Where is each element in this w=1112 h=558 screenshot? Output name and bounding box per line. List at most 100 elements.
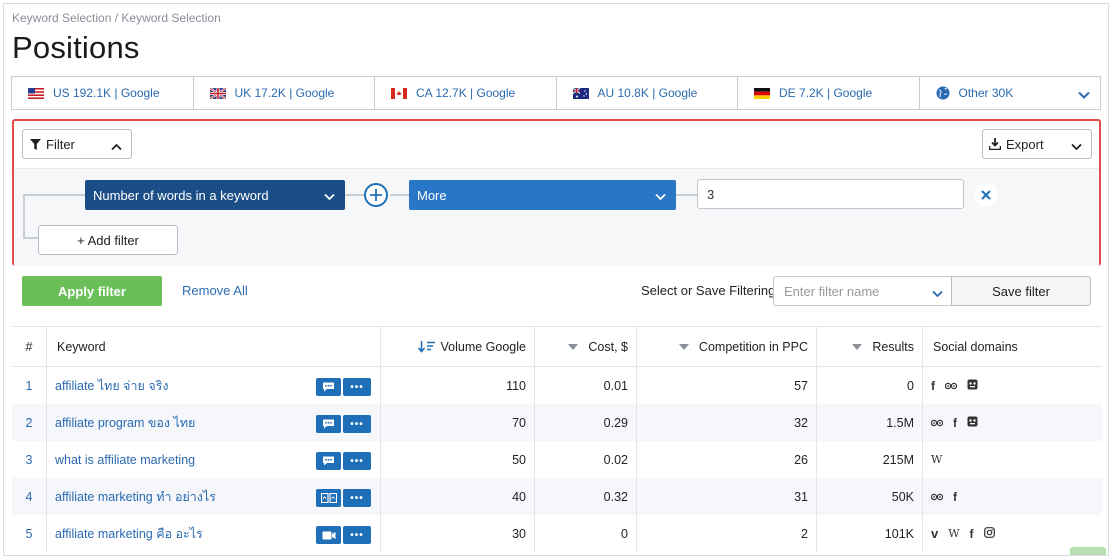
keyword-link[interactable]: affiliate marketing ทำ อย่างไร — [55, 487, 216, 507]
filter-field-select[interactable]: Number of words in a keyword — [85, 180, 345, 210]
chevron-down-icon[interactable] — [1078, 88, 1090, 102]
keywords-table: # Keyword Volume Google Cost, $ Competit… — [12, 326, 1102, 552]
vimeo-icon[interactable]: v — [931, 526, 938, 541]
add-filter-button[interactable]: + Add filter — [38, 225, 178, 255]
tree-connector — [390, 194, 409, 196]
filter-operator-select[interactable]: More — [409, 180, 676, 210]
db-tab-label: CA 12.7K | Google — [416, 86, 516, 100]
au-flag-icon — [572, 87, 589, 99]
row-number: 4 — [12, 478, 47, 515]
feedback-tab[interactable] — [1070, 547, 1106, 555]
tree-connector — [676, 194, 697, 196]
sort-caret-icon — [678, 343, 689, 350]
column-header-cost-label: Cost, $ — [588, 339, 628, 354]
cost-cell: 0.01 — [535, 367, 637, 404]
table-row: 2 affiliate program ของ ไทย ••• 70 0.29 … — [12, 404, 1102, 441]
competition-cell: 26 — [637, 441, 817, 478]
database-tabs: US 192.1K | Google UK 17.2K | Google CA … — [11, 76, 1101, 110]
db-tab-label: UK 17.2K | Google — [234, 86, 335, 100]
volume-cell: 30 — [381, 515, 535, 552]
table-body: 1 affiliate ไทย จ่าย จริง ••• 110 0.01 5… — [12, 367, 1102, 552]
us-flag-icon — [28, 87, 44, 99]
sort-caret-icon — [852, 343, 863, 350]
facebook-icon[interactable]: f — [953, 490, 957, 504]
results-cell: 215M — [817, 441, 923, 478]
db-tab-de[interactable]: DE 7.2K | Google — [738, 77, 920, 109]
keyword-cell: affiliate program ของ ไทย ••• — [47, 404, 381, 441]
column-header-results[interactable]: Results — [817, 327, 923, 366]
breadcrumb[interactable]: Keyword Selection / Keyword Selection — [12, 11, 221, 25]
filter-value-input[interactable] — [697, 179, 964, 209]
more-options-icon[interactable]: ••• — [343, 489, 371, 507]
filter-name-select[interactable]: Enter filter name — [773, 276, 952, 306]
export-label: Export — [1006, 136, 1044, 152]
keyword-actions: ••• — [316, 415, 371, 433]
competition-cell: 57 — [637, 367, 817, 404]
db-tab-label: Other 30K — [958, 86, 1014, 100]
facebook-icon[interactable]: f — [931, 379, 935, 393]
tripadvisor-icon[interactable] — [930, 490, 944, 504]
cost-cell: 0.02 — [535, 441, 637, 478]
add-condition-button[interactable] — [364, 183, 388, 207]
save-filter-button[interactable]: Save filter — [951, 276, 1091, 306]
tripadvisor-icon[interactable] — [930, 416, 944, 430]
keyword-link[interactable]: affiliate marketing คือ อะไร — [55, 524, 203, 544]
yelp-icon[interactable] — [967, 379, 978, 393]
chevron-down-icon — [1071, 139, 1082, 154]
filter-toggle-button[interactable]: Filter — [22, 129, 132, 159]
more-options-icon[interactable]: ••• — [343, 452, 371, 470]
apply-filter-button[interactable]: Apply filter — [22, 276, 162, 306]
db-tab-label: DE 7.2K | Google — [779, 86, 873, 100]
chevron-down-icon — [655, 189, 666, 204]
column-header-num: # — [12, 327, 47, 366]
social-cell: f — [923, 367, 1102, 404]
volume-cell: 40 — [381, 478, 535, 515]
tree-connector — [345, 194, 364, 196]
remove-all-link[interactable]: Remove All — [182, 283, 248, 298]
keyword-actions: ••• — [316, 378, 371, 396]
tree-connector — [23, 195, 25, 238]
db-tab-au[interactable]: AU 10.8K | Google — [556, 77, 738, 109]
chat-icon[interactable] — [316, 415, 341, 433]
db-tab-us[interactable]: US 192.1K | Google — [12, 77, 194, 109]
keyword-link[interactable]: affiliate ไทย จ่าย จริง — [55, 376, 168, 396]
db-tab-uk[interactable]: UK 17.2K | Google — [193, 77, 375, 109]
column-header-keyword[interactable]: Keyword — [47, 327, 381, 366]
keyword-link[interactable]: affiliate program ของ ไทย — [55, 413, 195, 433]
page-title: Positions — [12, 30, 140, 65]
export-button[interactable]: Export — [982, 129, 1092, 159]
de-flag-icon — [754, 87, 770, 99]
facebook-icon[interactable]: f — [970, 527, 974, 541]
remove-condition-button[interactable] — [974, 183, 998, 207]
filter-name-placeholder: Enter filter name — [784, 283, 880, 299]
table-row: 3 what is affiliate marketing ••• 50 0.0… — [12, 441, 1102, 478]
ca-flag-icon — [391, 87, 407, 99]
column-header-competition[interactable]: Competition in PPC — [637, 327, 817, 366]
filter-operator-value: More — [417, 187, 447, 203]
instagram-icon[interactable] — [983, 526, 995, 541]
social-cell: f — [923, 478, 1102, 515]
column-header-cost[interactable]: Cost, $ — [535, 327, 637, 366]
tree-connector — [23, 194, 85, 196]
row-number: 5 — [12, 515, 47, 552]
column-header-volume[interactable]: Volume Google — [381, 327, 535, 366]
keyword-cell: what is affiliate marketing ••• — [47, 441, 381, 478]
yelp-icon[interactable] — [967, 416, 978, 430]
keyword-link[interactable]: what is affiliate marketing — [55, 453, 195, 467]
wikipedia-icon[interactable]: W — [948, 527, 959, 540]
more-options-icon[interactable]: ••• — [343, 415, 371, 433]
tripadvisor-icon[interactable] — [944, 379, 958, 393]
wikipedia-icon[interactable]: W — [931, 453, 942, 466]
more-options-icon[interactable]: ••• — [343, 526, 371, 544]
more-options-icon[interactable]: ••• — [343, 378, 371, 396]
results-cell: 50K — [817, 478, 923, 515]
db-tab-other[interactable]: Other 30K — [919, 77, 1100, 109]
volume-cell: 70 — [381, 404, 535, 441]
compare-icon[interactable] — [316, 489, 341, 507]
row-number: 1 — [12, 367, 47, 404]
video-icon[interactable] — [316, 526, 341, 544]
chat-icon[interactable] — [316, 452, 341, 470]
db-tab-ca[interactable]: CA 12.7K | Google — [375, 77, 557, 109]
facebook-icon[interactable]: f — [953, 416, 957, 430]
chat-icon[interactable] — [316, 378, 341, 396]
